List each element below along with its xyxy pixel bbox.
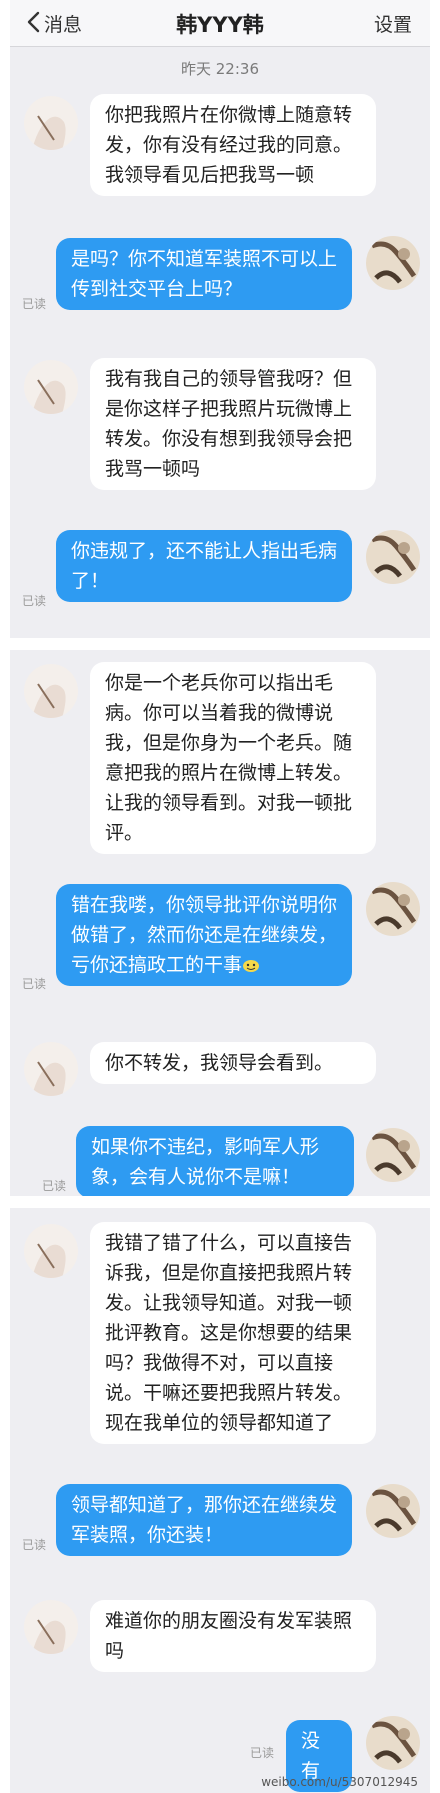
my-avatar[interactable] — [366, 1716, 420, 1770]
read-receipt: 已读 — [22, 1538, 47, 1552]
contact-avatar[interactable] — [24, 360, 78, 414]
message-bubble-incoming[interactable]: 难道你的朋友圈没有发军装照吗 — [90, 1600, 376, 1672]
contact-avatar[interactable] — [24, 1042, 78, 1096]
message-bubble-outgoing[interactable]: 领导都知道了，那你还在继续发军装照，你还装！ — [56, 1484, 352, 1556]
message-bubble-incoming[interactable]: 你把我照片在你微博上随意转发，你有没有经过我的同意。我领导看见后把我骂一顿 — [90, 94, 376, 196]
message-bubble-outgoing[interactable]: 如果你不违纪，影响军人形象，会有人说你不是嘛！ — [76, 1126, 354, 1196]
screenshot-panel-3: 我错了错了什么，可以直接告诉我，但是你直接把我照片转发。让我领导知道。对我一顿批… — [10, 1208, 430, 1793]
read-receipt: 已读 — [42, 1179, 67, 1193]
read-receipt: 已读 — [22, 297, 47, 311]
read-receipt: 已读 — [22, 977, 47, 991]
message-bubble-outgoing[interactable]: 错在我喽，你领导批评你说明你做错了，然而你还是在继续发，亏你还搞政工的干事 — [56, 884, 352, 986]
message-bubble-outgoing[interactable]: 是吗？你不知道军装照不可以上传到社交平台上吗？ — [56, 238, 352, 310]
read-receipt: 已读 — [250, 1746, 275, 1760]
contact-avatar[interactable] — [24, 96, 78, 150]
settings-button[interactable]: 设置 — [374, 10, 412, 37]
screenshot-panel-1: 消息 韩YYY韩 设置 昨天 22:36 你把我照片在你微博上随意转发，你有没有… — [10, 0, 430, 638]
chat-title: 韩YYY韩 — [176, 13, 264, 37]
watermark: weibo.com/u/5307012945 — [261, 1775, 418, 1789]
my-avatar[interactable] — [366, 530, 420, 584]
read-receipt: 已读 — [22, 594, 47, 608]
my-avatar[interactable] — [366, 1484, 420, 1538]
message-timestamp: 昨天 22:36 — [181, 60, 259, 78]
my-avatar[interactable] — [366, 1128, 420, 1182]
message-bubble-incoming[interactable]: 你不转发，我领导会看到。 — [90, 1042, 376, 1084]
message-bubble-incoming[interactable]: 我有我自己的领导管我呀？但是你这样子把我照片玩微博上转发。你没有想到我领导会把我… — [90, 358, 376, 490]
message-bubble-incoming[interactable]: 你是一个老兵你可以指出毛病。你可以当着我的微博说我，但是你身为一个老兵。随意把我… — [90, 662, 376, 854]
navigation-bar: 消息 韩YYY韩 设置 — [10, 0, 430, 47]
my-avatar[interactable] — [366, 236, 420, 290]
my-avatar[interactable] — [366, 882, 420, 936]
contact-avatar[interactable] — [24, 1224, 78, 1278]
message-bubble-incoming[interactable]: 我错了错了什么，可以直接告诉我，但是你直接把我照片转发。让我领导知道。对我一顿批… — [90, 1222, 376, 1444]
contact-avatar[interactable] — [24, 1600, 78, 1654]
screenshot-panel-2: 你是一个老兵你可以指出毛病。你可以当着我的微博说我，但是你身为一个老兵。随意把我… — [10, 650, 430, 1196]
message-bubble-outgoing[interactable]: 你违规了，还不能让人指出毛病了！ — [56, 530, 352, 602]
contact-avatar[interactable] — [24, 664, 78, 718]
emoji-icon — [243, 960, 260, 972]
message-text: 错在我喽，你领导批评你说明你做错了，然而你还是在继续发，亏你还搞政工的干事 — [71, 894, 338, 976]
